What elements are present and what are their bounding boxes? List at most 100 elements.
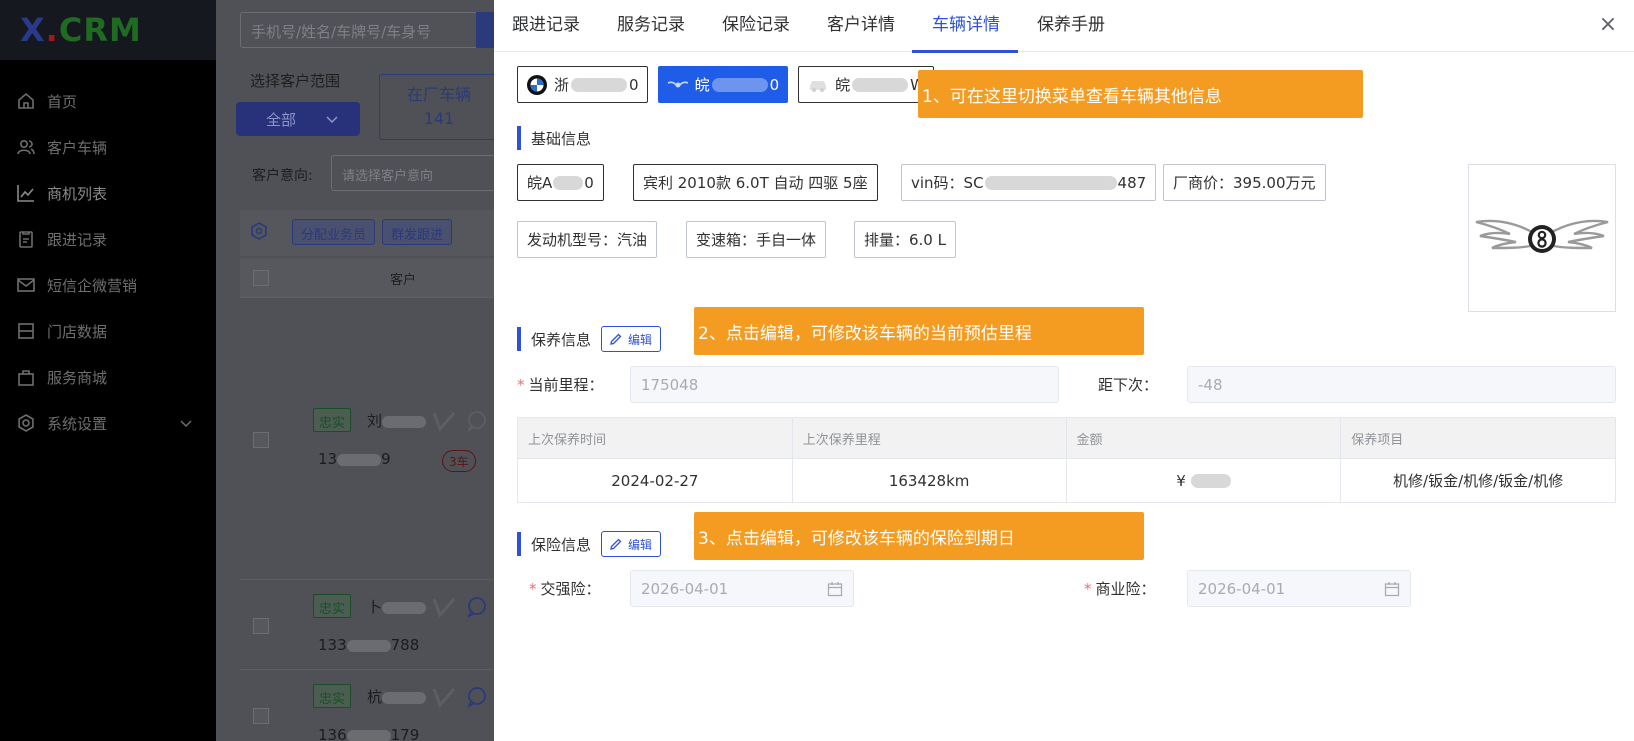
car-pill[interactable]: 皖W [798, 66, 934, 103]
column-header: 上次保养里程 [791, 417, 1067, 459]
search-input[interactable]: 手机号/姓名/车牌号/车身号 [240, 12, 494, 48]
masked-text [382, 691, 427, 704]
car-count-badge[interactable]: 3车 [442, 450, 476, 472]
sidebar-item-label: 系统设置 [47, 414, 108, 433]
commercial-label-text: 商业险： [1095, 580, 1156, 598]
chat-icon[interactable] [466, 596, 490, 622]
sidebar: X . CRM 首页 客户车辆 商机列表 跟进记录 短信企微营销 门店数据 服务… [0, 0, 216, 741]
row-checkbox[interactable] [253, 708, 269, 724]
app-logo[interactable]: X . CRM [0, 0, 216, 60]
tab-follow-records[interactable]: 跟进记录 [512, 0, 580, 52]
bentley-wings-icon [1475, 219, 1609, 253]
table-header: 客户 [240, 258, 494, 298]
masked-text [553, 175, 584, 190]
chevron-down-icon [326, 110, 338, 128]
price-tag: 厂商价：395.00万元 [1163, 164, 1326, 201]
sidebar-item-home[interactable]: 首页 [0, 78, 216, 124]
chevron-down-icon [180, 414, 192, 432]
brand-logo-image [1468, 164, 1616, 312]
car-icon [807, 74, 829, 96]
row-checkbox[interactable] [253, 432, 269, 448]
sidebar-item-sms-marketing[interactable]: 短信企微营销 [0, 262, 216, 308]
sidebar-item-follow-records[interactable]: 跟进记录 [0, 216, 216, 262]
masked-text [984, 175, 1117, 190]
pencil-icon [610, 538, 622, 550]
bmw-logo-icon [526, 74, 548, 96]
sidebar-item-label: 商机列表 [47, 184, 108, 203]
date-value: 2026-04-01 [1198, 579, 1286, 598]
plate-start: 皖 [835, 76, 851, 94]
table-row[interactable]: 忠实 杭 136 179 [240, 670, 494, 741]
column-header: 保养项目 [1340, 417, 1616, 459]
section-title-text: 基础信息 [531, 129, 592, 148]
service-amount: ¥ [1065, 458, 1342, 503]
in-stock-label: 在厂车辆 [406, 85, 471, 104]
sidebar-item-service-mall[interactable]: 服务商城 [0, 354, 216, 400]
basic-info-title: 基础信息 [517, 126, 591, 150]
table-row[interactable]: 忠实 刘 13 9 3车 [240, 298, 494, 580]
sidebar-item-opportunities[interactable]: 商机列表 [0, 170, 216, 216]
current-mileage-input[interactable]: 175048 [630, 366, 1059, 403]
home-icon [15, 90, 37, 112]
customer-name-text: 卜 [367, 598, 383, 616]
maintenance-table-header: 上次保养时间 上次保养里程 金额 保养项目 [517, 417, 1616, 459]
customer-name-text: 刘 [367, 412, 383, 430]
masked-text [571, 77, 628, 92]
plate-start: 皖 [694, 76, 710, 94]
tab-customer-details[interactable]: 客户详情 [827, 0, 895, 52]
settings-icon[interactable] [250, 222, 268, 244]
intent-select[interactable]: 请选择客户意向 [331, 155, 494, 191]
assign-salesperson-button[interactable]: 分配业务员 [292, 219, 376, 245]
commercial-insurance-date-input[interactable]: 2026-04-01 [1187, 570, 1411, 607]
sidebar-item-system-settings[interactable]: 系统设置 [0, 400, 216, 446]
group-follow-button[interactable]: 群发跟进 [382, 219, 453, 245]
vin-start: vin码：SC [911, 174, 984, 192]
row-checkbox[interactable] [253, 618, 269, 634]
sidebar-item-customer-vehicles[interactable]: 客户车辆 [0, 124, 216, 170]
engine-tag: 发动机型号：汽油 [517, 221, 658, 258]
insurance-info-title: 保险信息 编辑 [517, 531, 662, 557]
scope-select[interactable]: 全部 [236, 102, 360, 136]
edit-maintenance-button[interactable]: 编辑 [601, 326, 662, 352]
customer-phone: 13 9 [318, 450, 391, 468]
tab-vehicle-details[interactable]: 车辆详情 [912, 0, 1018, 53]
main-menu: 首页 客户车辆 商机列表 跟进记录 短信企微营销 门店数据 服务商城 系统设置 [0, 60, 216, 446]
customer-name: 刘 [367, 410, 427, 431]
in-stock-card[interactable]: 在厂车辆 141 [379, 74, 494, 140]
tab-maintenance-manual[interactable]: 保养手册 [1037, 0, 1105, 52]
tab-insurance-records[interactable]: 保险记录 [722, 0, 790, 52]
chat-icon[interactable] [466, 686, 490, 712]
section-title-text: 保养信息 [531, 330, 592, 349]
vehicle-detail-drawer: 跟进记录 服务记录 保险记录 客户详情 车辆详情 保养手册 × 浙0 皖0 皖W… [494, 0, 1634, 741]
car-pill[interactable]: 浙0 [517, 66, 648, 103]
column-header: 金额 [1065, 417, 1342, 459]
chat-icon[interactable] [466, 410, 490, 436]
next-service-input[interactable]: -48 [1187, 366, 1616, 403]
customer-name-text: 杭 [367, 688, 383, 706]
verified-icon [432, 686, 456, 712]
mileage-label: * 当前里程： [517, 374, 604, 395]
customer-column-header: 客户 [390, 273, 417, 288]
required-mark: * [517, 376, 525, 394]
required-mark: * [529, 580, 537, 598]
in-stock-count: 141 [423, 109, 455, 128]
plate-end: 0 [769, 75, 780, 94]
car-pill-selected[interactable]: 皖0 [657, 66, 789, 103]
mail-icon [15, 274, 37, 296]
edit-insurance-button[interactable]: 编辑 [601, 531, 662, 557]
vin-tag: vin码：SC 487 [901, 164, 1157, 201]
masked-text [346, 639, 391, 652]
plate-end: 0 [584, 173, 594, 192]
loyalty-badge: 忠实 [313, 408, 352, 432]
loyalty-badge: 忠实 [313, 684, 352, 708]
tab-service-records[interactable]: 服务记录 [617, 0, 685, 52]
sidebar-item-store-data[interactable]: 门店数据 [0, 308, 216, 354]
search-button[interactable] [476, 12, 494, 48]
phone-end: 9 [381, 450, 391, 468]
masked-text [852, 77, 909, 92]
close-icon[interactable]: × [1596, 12, 1620, 37]
table-row[interactable]: 忠实 卜 133 788 [240, 580, 494, 670]
compulsory-insurance-date-input[interactable]: 2026-04-01 [630, 570, 854, 607]
callout-tip-2: 2、点击编辑，可修改该车辆的当前预估里程 [694, 307, 1144, 355]
select-all-checkbox[interactable] [253, 270, 269, 286]
